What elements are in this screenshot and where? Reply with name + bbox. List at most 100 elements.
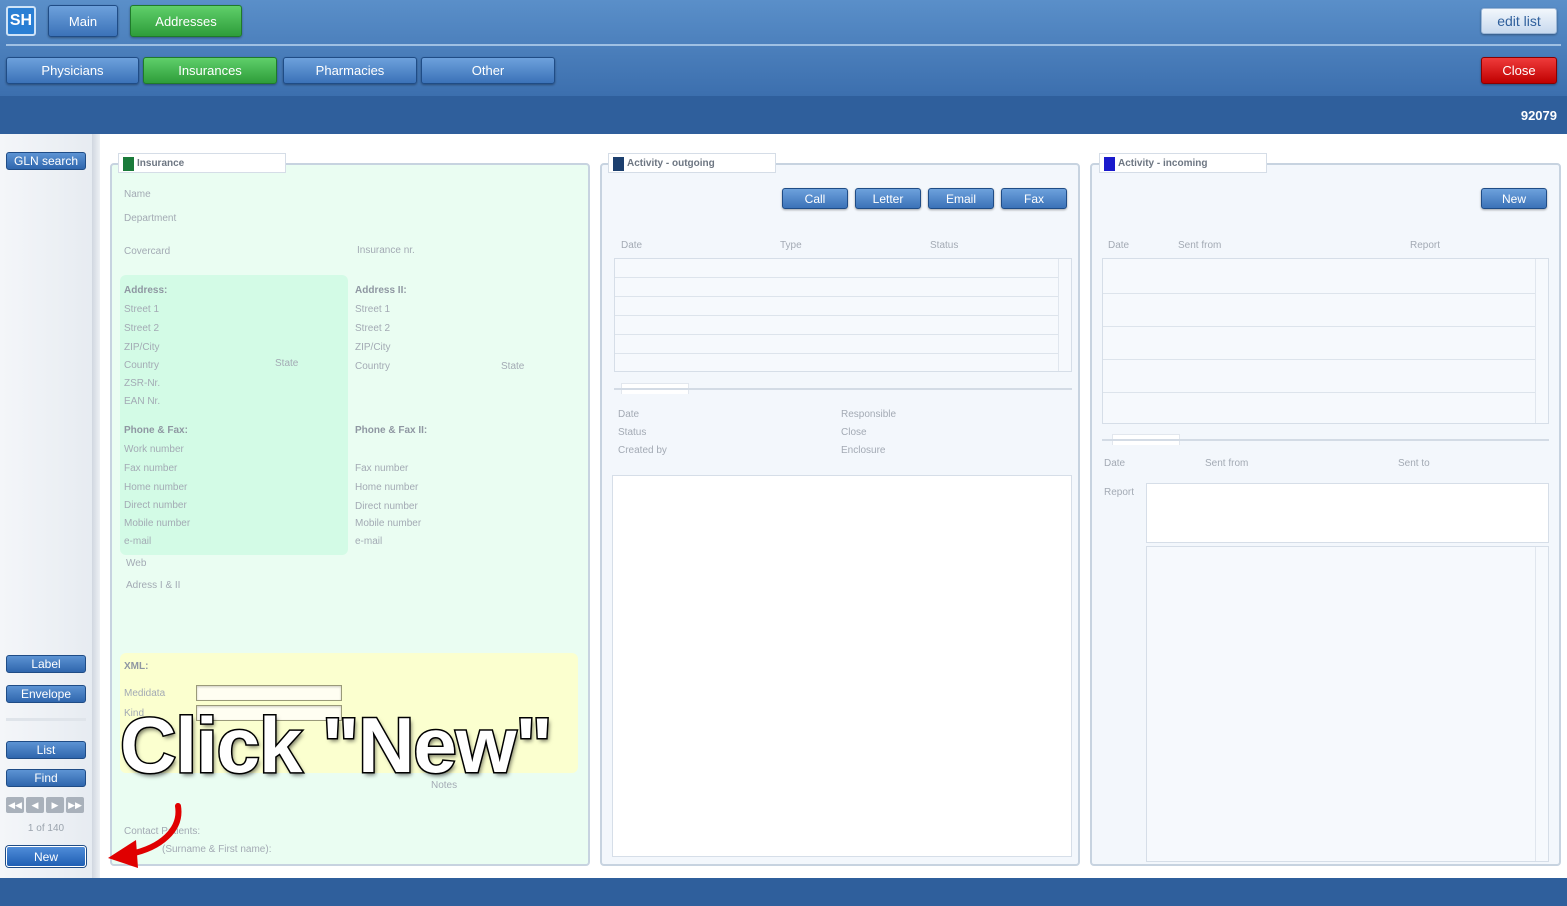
list-row-divider [1103, 392, 1536, 393]
edit-list-button[interactable]: edit list [1481, 8, 1557, 34]
outgoing-title-text: Activity - outgoing [627, 157, 715, 169]
gln-search-button[interactable]: GLN search [6, 152, 86, 170]
list-row-divider [1103, 359, 1536, 360]
record-number: 92079 [1520, 108, 1557, 123]
country-ii-label: Country [355, 361, 391, 372]
list-row-divider [615, 315, 1059, 316]
label-button[interactable]: Label [6, 655, 86, 673]
fax-number-ii-label: Fax number [355, 463, 409, 474]
incoming-notes-area[interactable] [1146, 546, 1549, 862]
outgoing-detail-close: Close [841, 427, 867, 438]
outgoing-panel-title: Activity - outgoing [608, 153, 776, 173]
incoming-report-label: Report [1104, 487, 1135, 498]
list-row-divider [615, 353, 1059, 354]
incoming-detail-date: Date [1104, 458, 1126, 469]
outgoing-col-status: Status [930, 240, 959, 251]
new-record-button[interactable]: New [6, 846, 86, 867]
insurance-panel-title: Insurance [118, 153, 286, 173]
covercard-label: Covercard [124, 246, 171, 257]
incoming-detail-sent-to: Sent to [1398, 458, 1430, 469]
next-record-icon[interactable]: ▶ [46, 797, 64, 813]
close-button[interactable]: Close [1481, 57, 1557, 84]
list-row-divider [1103, 326, 1536, 327]
tutorial-callout-text: Click "New" [118, 700, 553, 791]
medidata-field[interactable] [196, 685, 342, 701]
fax-button[interactable]: Fax [1001, 188, 1067, 209]
last-record-icon[interactable]: ▶▶ [66, 797, 84, 813]
outgoing-list-scrollbar[interactable] [1058, 259, 1071, 371]
ean-label: EAN Nr. [124, 396, 161, 407]
name-label: Name [124, 189, 151, 200]
envelope-button[interactable]: Envelope [6, 685, 86, 703]
tab-physicians[interactable]: Physicians [6, 57, 139, 84]
incoming-title-text: Activity - incoming [1118, 157, 1208, 169]
incoming-col-sent-from: Sent from [1178, 240, 1222, 251]
email-label: e-mail [124, 536, 152, 547]
outgoing-activity-list[interactable] [614, 258, 1072, 372]
email-ii-label: e-mail [355, 536, 383, 547]
incoming-divider [1102, 439, 1549, 441]
letter-button[interactable]: Letter [855, 188, 921, 209]
direct-number-ii-label: Direct number [355, 501, 418, 512]
previous-record-icon[interactable]: ◀ [26, 797, 44, 813]
list-button[interactable]: List [6, 741, 86, 759]
street2-label: Street 2 [124, 323, 160, 334]
street2-ii-label: Street 2 [355, 323, 391, 334]
sidebar-divider [6, 718, 86, 721]
incoming-color-square [1104, 157, 1115, 171]
tab-other[interactable]: Other [421, 57, 555, 84]
address-section [120, 275, 348, 555]
list-row-divider [1103, 293, 1536, 294]
record-bar [0, 96, 1567, 134]
call-button[interactable]: Call [782, 188, 848, 209]
outgoing-notes-area[interactable] [612, 475, 1072, 857]
incoming-report-field[interactable] [1146, 483, 1549, 543]
outgoing-col-date: Date [621, 240, 643, 251]
tab-pharmacies[interactable]: Pharmacies [283, 57, 417, 84]
list-row-divider [615, 334, 1059, 335]
incoming-list-scrollbar[interactable] [1535, 259, 1548, 423]
state-label: State [275, 358, 299, 369]
outgoing-detail-created-by: Created by [618, 445, 667, 456]
incoming-activity-list[interactable] [1102, 258, 1549, 424]
address-heading: Address: [124, 285, 168, 296]
incoming-col-report: Report [1410, 240, 1441, 251]
tutorial-arrow-icon [108, 803, 182, 868]
zsr-label: ZSR-Nr. [124, 378, 161, 389]
app-logo[interactable]: SH [6, 6, 36, 36]
incoming-notes-scrollbar[interactable] [1535, 547, 1548, 861]
find-button[interactable]: Find [6, 769, 86, 787]
mobile-number-label: Mobile number [124, 518, 191, 529]
xml-heading: XML: [124, 661, 149, 672]
first-record-icon[interactable]: ◀◀ [6, 797, 24, 813]
insurance-title-text: Insurance [137, 157, 185, 169]
street1-ii-label: Street 1 [355, 304, 391, 315]
outgoing-detail-date: Date [618, 409, 640, 420]
country-label: Country [124, 360, 160, 371]
home-number-label: Home number [124, 482, 188, 493]
email-button[interactable]: Email [928, 188, 994, 209]
zip-city-label: ZIP/City [124, 342, 160, 353]
outgoing-detail-status: Status [618, 427, 647, 438]
list-row-divider [615, 277, 1059, 278]
zip-city-ii-label: ZIP/City [355, 342, 391, 353]
main-nav-button[interactable]: Main [48, 5, 118, 37]
outgoing-detail-responsible: Responsible [841, 409, 897, 420]
insurance-color-square [123, 157, 134, 171]
incoming-col-date: Date [1108, 240, 1130, 251]
outgoing-col-type: Type [780, 240, 802, 251]
department-label: Department [124, 213, 177, 224]
incoming-new-button[interactable]: New [1481, 188, 1547, 209]
phone2-heading: Phone & Fax II: [355, 425, 428, 436]
addresses-nav-button[interactable]: Addresses [130, 5, 242, 37]
medidata-label: Medidata [124, 688, 166, 699]
web-label: Web [126, 558, 147, 569]
left-sidebar [0, 134, 96, 878]
address2-heading: Address II: [355, 285, 407, 296]
tab-insurances[interactable]: Insurances [143, 57, 277, 84]
outgoing-divider [614, 388, 1072, 390]
incoming-detail-sent-from: Sent from [1205, 458, 1249, 469]
list-row-divider [615, 296, 1059, 297]
sidebar-edge [92, 134, 100, 878]
direct-number-label: Direct number [124, 500, 187, 511]
